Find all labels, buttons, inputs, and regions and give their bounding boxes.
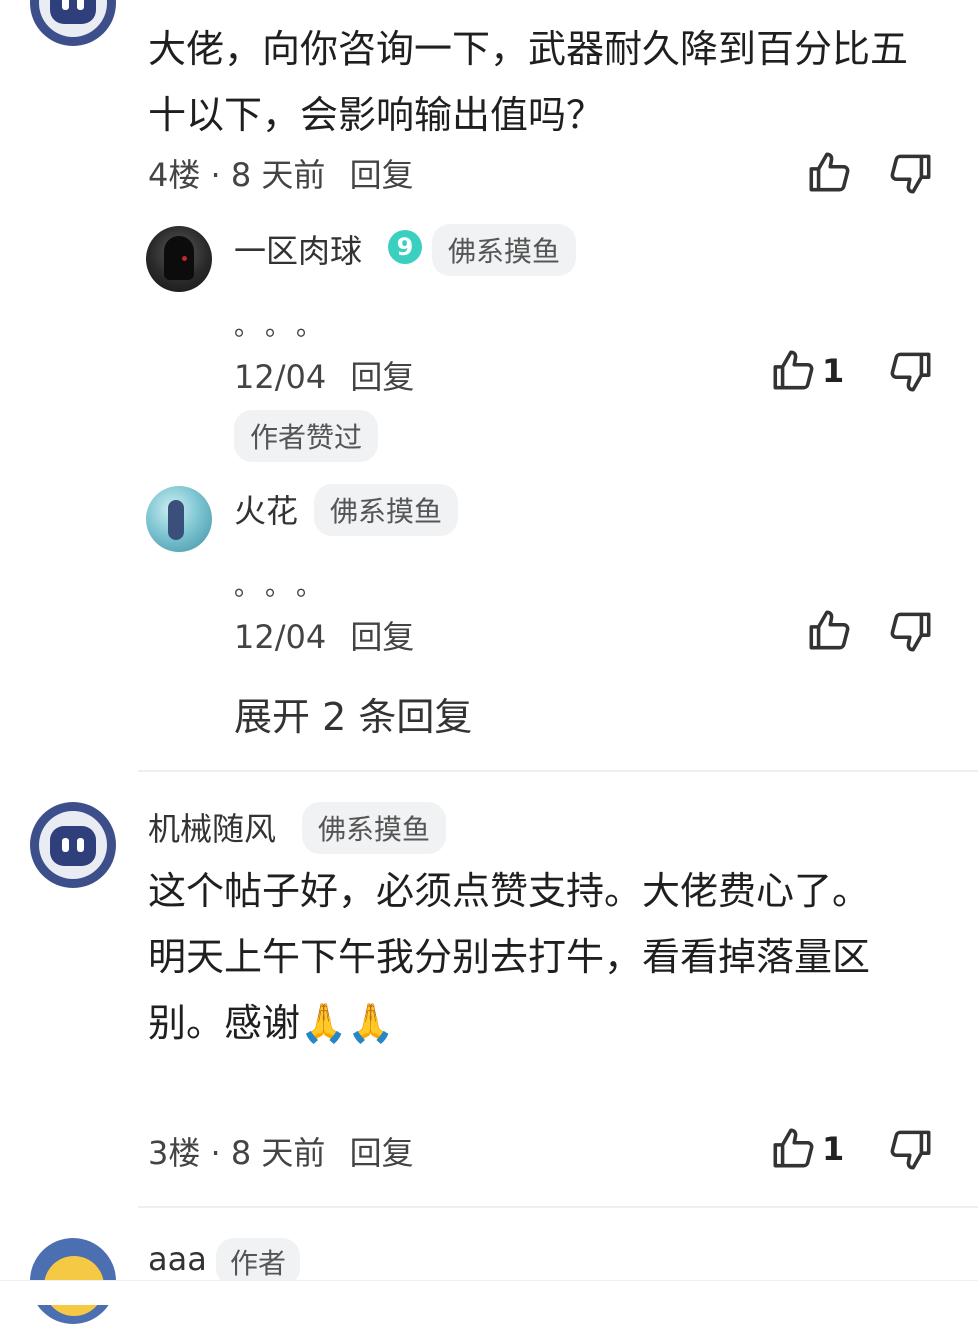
- avatar[interactable]: [146, 486, 212, 552]
- divider: [138, 1206, 978, 1208]
- thumbs-down-icon[interactable]: [886, 1124, 936, 1174]
- user-tag: 佛系摸鱼: [302, 802, 447, 854]
- bottom-fade: [0, 1280, 978, 1305]
- reply-button[interactable]: 回复: [350, 618, 414, 656]
- reply-button[interactable]: 回复: [350, 358, 414, 396]
- user-name[interactable]: 一区肉球: [234, 226, 362, 272]
- comment-content: 这个帖子好，必须点赞支持。大佬费心了。 明天上午下午我分别去打牛，看看掉落量区别…: [148, 858, 938, 1056]
- reply-button[interactable]: 回复: [350, 156, 414, 194]
- thumbs-down-icon[interactable]: [886, 606, 936, 656]
- floor-time: 4楼 · 8 天前: [148, 156, 326, 194]
- avatar[interactable]: [146, 226, 212, 292]
- thumbs-up-icon[interactable]: [768, 346, 818, 396]
- reply-meta: 12/04 回复: [234, 612, 414, 658]
- comment-line: 这个帖子好，必须点赞支持。大佬费心了。: [148, 869, 871, 913]
- author-liked-badge: 作者赞过: [234, 410, 379, 462]
- user-name[interactable]: 机械随风: [148, 804, 276, 850]
- avatar[interactable]: [30, 802, 116, 888]
- level-badge: 9: [388, 230, 422, 264]
- user-tag: 佛系摸鱼: [432, 224, 577, 276]
- user-name[interactable]: aaa: [148, 1240, 207, 1278]
- thumbs-up-icon[interactable]: [804, 606, 854, 656]
- user-name[interactable]: 火花: [234, 486, 298, 532]
- reply-date: 12/04: [234, 618, 327, 656]
- comment-meta: 3楼 · 8 天前 回复: [148, 1128, 414, 1174]
- comment-content: 大佬，向你咨询一下，武器耐久降到百分比五十以下，会影响输出值吗？: [148, 27, 909, 137]
- floor-time: 3楼 · 8 天前: [148, 1134, 326, 1172]
- author-badge: 作者: [216, 1238, 301, 1286]
- reply-content: 。。。: [234, 572, 341, 602]
- like-count: 1: [822, 1130, 845, 1168]
- thumbs-down-icon[interactable]: [886, 148, 936, 198]
- divider: [138, 770, 978, 772]
- expand-replies-button[interactable]: 展开 2 条回复: [234, 686, 472, 741]
- thumbs-up-icon[interactable]: [804, 148, 854, 198]
- thumbs-up-icon[interactable]: [768, 1124, 818, 1174]
- comment-meta: 4楼 · 8 天前 回复: [148, 150, 414, 196]
- reply-date: 12/04: [234, 358, 327, 396]
- avatar[interactable]: [30, 0, 116, 46]
- comment-line: 明天上午下午我分别去打牛，看看掉落量区别。感谢🙏🙏: [148, 935, 871, 1045]
- reply-meta: 12/04 回复: [234, 352, 414, 398]
- like-count: 1: [822, 352, 845, 390]
- reply-content: 。。。: [234, 312, 341, 342]
- thumbs-down-icon[interactable]: [886, 346, 936, 396]
- reply-button[interactable]: 回复: [350, 1134, 414, 1172]
- user-tag: 佛系摸鱼: [314, 484, 459, 536]
